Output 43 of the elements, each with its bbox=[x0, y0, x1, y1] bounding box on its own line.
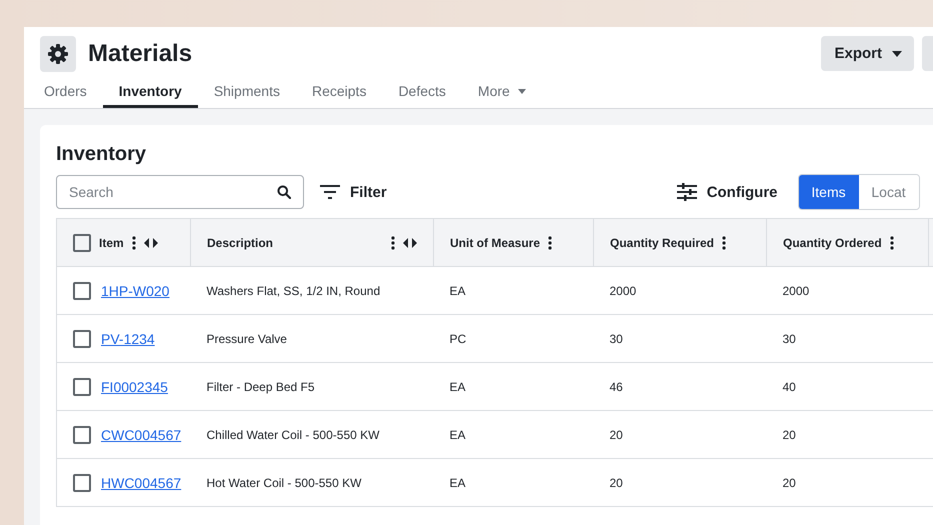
configure-button[interactable]: Configure bbox=[668, 183, 786, 201]
table-cell: 20 bbox=[782, 476, 796, 490]
table-cell: EA bbox=[450, 428, 466, 442]
page-title: Materials bbox=[88, 40, 194, 68]
table-cell: Hot Water Coil - 500-550 KW bbox=[206, 476, 362, 490]
card-title: Inventory bbox=[56, 143, 148, 166]
table-cell: 30 bbox=[610, 332, 623, 346]
table-cell: Filter - Deep Bed F5 bbox=[206, 380, 315, 394]
table-cell: EA bbox=[450, 284, 466, 298]
view-toggle[interactable]: Items bbox=[798, 175, 859, 209]
column-header[interactable]: Item bbox=[56, 218, 190, 266]
table-cell: 20 bbox=[610, 476, 623, 490]
tab[interactable]: Orders bbox=[28, 78, 103, 108]
filter-button[interactable]: Filter bbox=[312, 184, 395, 200]
column-header[interactable]: Quantity Ordered bbox=[766, 218, 928, 266]
item-link[interactable]: CWC004567 bbox=[101, 426, 182, 442]
item-link[interactable]: HWC004567 bbox=[101, 474, 182, 490]
item-link[interactable]: 1HP-W020 bbox=[101, 282, 170, 298]
table-cell: EA bbox=[450, 380, 466, 394]
table-cell: 20 bbox=[782, 428, 796, 442]
table-cell: Pressure Valve bbox=[206, 332, 287, 346]
column-header[interactable]: Unit of Measure bbox=[434, 218, 594, 266]
tab[interactable]: Shipments bbox=[198, 78, 296, 108]
export-button[interactable]: Export bbox=[821, 36, 914, 71]
column-header[interactable]: Quantity Required bbox=[594, 218, 766, 266]
table-cell: EA bbox=[450, 476, 466, 490]
tab[interactable]: Inventory bbox=[102, 78, 198, 108]
table-cell: Chilled Water Coil - 500-550 KW bbox=[206, 428, 380, 442]
table-cell: 30 bbox=[782, 332, 796, 346]
item-link[interactable]: PV-1234 bbox=[101, 330, 155, 346]
table-cell: 2000 bbox=[610, 284, 636, 298]
table-cell: 40 bbox=[782, 380, 796, 394]
more-menu[interactable]: More bbox=[462, 78, 542, 108]
table-cell: 20 bbox=[610, 428, 623, 442]
column-header[interactable]: Description bbox=[190, 218, 434, 266]
table-cell: Washers Flat, SS, 1/2 IN, Round bbox=[206, 284, 380, 298]
table-cell: PC bbox=[450, 332, 466, 346]
table-cell: 46 bbox=[610, 380, 623, 394]
tab[interactable]: Defects bbox=[382, 78, 462, 108]
search-field[interactable]: Search bbox=[56, 175, 304, 209]
table-cell: 2000 bbox=[782, 284, 810, 298]
item-link[interactable]: FI0002345 bbox=[101, 378, 168, 394]
tab[interactable]: Receipts bbox=[296, 78, 382, 108]
